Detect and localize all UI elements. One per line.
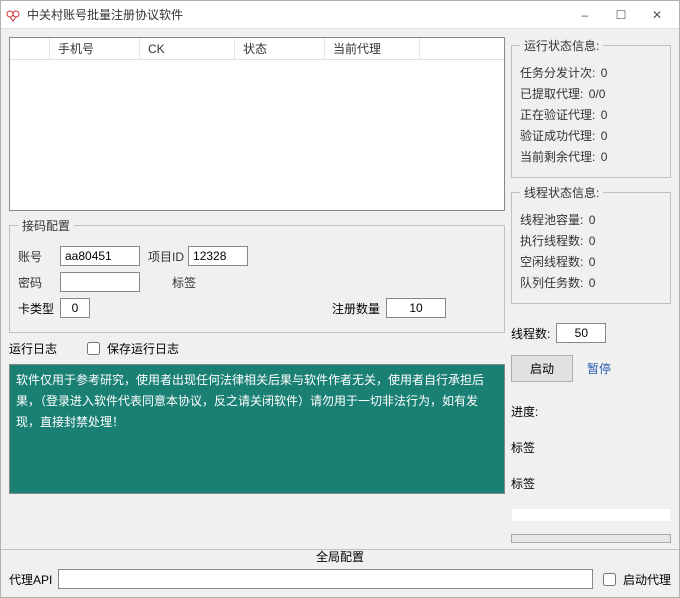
titlebar: 中关村账号批量注册协议软件 – ☐ ✕ <box>1 1 679 29</box>
log-header: 运行日志 保存运行日志 <box>9 339 505 358</box>
projectid-label: 项目ID <box>148 248 184 265</box>
start-button[interactable]: 启动 <box>511 355 573 382</box>
account-label: 账号 <box>18 248 56 265</box>
table-col-proxy[interactable]: 当前代理 <box>325 38 420 59</box>
window-title: 中关村账号批量注册协议软件 <box>27 6 567 23</box>
close-button[interactable]: ✕ <box>639 1 675 29</box>
table-col-blank[interactable] <box>10 38 50 59</box>
remaining-proxy-count: 0 <box>601 150 608 164</box>
tag-label: 标签 <box>172 274 196 291</box>
sms-config-group: 接码配置 账号 项目ID 密码 标签 卡类型 <box>9 217 505 333</box>
verifying-proxy-count: 0 <box>601 108 608 122</box>
task-dispatch-count: 0 <box>601 66 608 80</box>
log-label: 运行日志 <box>9 340 57 357</box>
accounts-table[interactable]: 手机号 CK 状态 当前代理 <box>9 37 505 211</box>
global-config-group: 全局配置 代理API 启动代理 <box>1 549 679 597</box>
thread-status-legend: 线程状态信息: <box>520 184 603 201</box>
status-tag-1: 标签 <box>511 439 671 456</box>
idle-threads: 0 <box>589 255 596 269</box>
fetched-proxy-count: 0/0 <box>589 87 606 101</box>
password-input[interactable] <box>60 272 140 292</box>
app-icon <box>5 7 21 23</box>
minimize-button[interactable]: – <box>567 1 603 29</box>
save-log-checkbox[interactable] <box>87 342 100 355</box>
status-strip <box>511 508 671 522</box>
progress-label: 进度: <box>511 403 671 420</box>
save-log-label: 保存运行日志 <box>107 340 179 357</box>
cardtype-input[interactable] <box>60 298 90 318</box>
password-label: 密码 <box>18 274 56 291</box>
enable-proxy-checkbox[interactable] <box>603 573 616 586</box>
status-tag-2: 标签 <box>511 475 671 492</box>
thread-status-group: 线程状态信息: 线程池容量: 0 执行线程数: 0 空闲线程数: 0 队列任务数… <box>511 184 671 304</box>
tag-input[interactable] <box>200 272 260 292</box>
enable-proxy-wrap[interactable]: 启动代理 <box>599 570 671 589</box>
global-config-legend: 全局配置 <box>316 550 364 564</box>
thread-count-row: 线程数: <box>511 323 671 343</box>
run-status-legend: 运行状态信息: <box>520 37 603 54</box>
run-status-group: 运行状态信息: 任务分发计次: 0 已提取代理: 0/0 正在验证代理: 0 验… <box>511 37 671 178</box>
table-col-ck[interactable]: CK <box>140 38 235 59</box>
table-body[interactable] <box>10 60 504 210</box>
table-col-status[interactable]: 状态 <box>235 38 325 59</box>
thread-count-label: 线程数: <box>511 325 550 342</box>
cardtype-label: 卡类型 <box>18 300 54 317</box>
save-log-checkbox-wrap[interactable]: 保存运行日志 <box>83 339 179 358</box>
maximize-button[interactable]: ☐ <box>603 1 639 29</box>
table-col-phone[interactable]: 手机号 <box>50 38 140 59</box>
enable-proxy-label: 启动代理 <box>623 571 671 588</box>
running-threads: 0 <box>589 234 596 248</box>
proxy-api-label: 代理API <box>9 571 52 588</box>
verified-proxy-count: 0 <box>601 129 608 143</box>
app-window: 中关村账号批量注册协议软件 – ☐ ✕ 手机号 CK 状态 当前代理 接码配 <box>0 0 680 598</box>
pool-size: 0 <box>589 213 596 227</box>
pause-button[interactable]: 暂停 <box>587 360 611 377</box>
progress-bar <box>511 534 671 543</box>
log-textarea[interactable]: 软件仅用于参考研究，使用者出现任何法律相关后果与软件作者无关，使用者自行承担后果… <box>9 364 505 494</box>
sms-config-legend: 接码配置 <box>18 217 74 234</box>
queued-tasks: 0 <box>589 276 596 290</box>
thread-count-input[interactable] <box>556 323 606 343</box>
regcount-input[interactable] <box>386 298 446 318</box>
projectid-input[interactable] <box>188 246 248 266</box>
account-input[interactable] <box>60 246 140 266</box>
table-header: 手机号 CK 状态 当前代理 <box>10 38 504 60</box>
regcount-label: 注册数量 <box>332 300 380 317</box>
proxy-api-input[interactable] <box>58 569 593 589</box>
